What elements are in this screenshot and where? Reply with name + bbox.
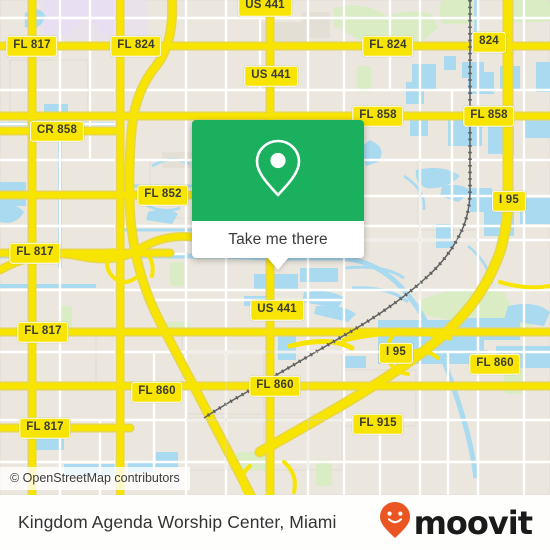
- road-shield: FL 860: [249, 375, 301, 397]
- moovit-logo[interactable]: moovit: [379, 501, 533, 544]
- road-shield: US 441: [250, 299, 304, 321]
- road-shield: FL 817: [19, 417, 71, 439]
- road-shield: US 441: [244, 65, 298, 87]
- callout-action-bar[interactable]: Take me there: [192, 221, 364, 270]
- place-callout-card[interactable]: Take me there: [192, 120, 364, 270]
- road-shield: FL 860: [131, 381, 183, 403]
- moovit-wordmark: moovit: [413, 503, 533, 542]
- road-shield: FL 817: [9, 242, 61, 264]
- road-shield: FL 824: [110, 35, 162, 57]
- road-shield: I 95: [379, 342, 413, 364]
- road-shield: 824: [472, 31, 506, 53]
- take-me-there-button[interactable]: Take me there: [228, 231, 328, 249]
- road-shield: FL 858: [463, 105, 515, 127]
- callout-pin-panel: [192, 120, 364, 221]
- road-shield: I 95: [492, 190, 526, 212]
- road-shield: US 441: [238, 0, 292, 17]
- road-shield: FL 860: [469, 353, 521, 375]
- road-shield: FL 915: [352, 413, 404, 435]
- place-title: Kingdom Agenda Worship Center, Miami: [18, 512, 337, 532]
- footer-bar: Kingdom Agenda Worship Center, Miami moo…: [0, 495, 550, 550]
- map-pin-icon: [252, 137, 304, 204]
- map-place-card-screenshot: .land{fill:#f2efe9;} .blk{fill:#ebe7df;s…: [0, 0, 550, 550]
- road-shield: FL 824: [362, 35, 414, 57]
- road-shield: CR 858: [29, 120, 85, 142]
- road-shield: FL 817: [6, 35, 58, 57]
- callout-pointer-tail: [267, 257, 289, 270]
- road-shield: FL 852: [137, 184, 189, 206]
- osm-attribution[interactable]: © OpenStreetMap contributors: [0, 467, 190, 490]
- road-shield: FL 817: [17, 321, 69, 343]
- moovit-smile-pin-icon: [379, 501, 411, 544]
